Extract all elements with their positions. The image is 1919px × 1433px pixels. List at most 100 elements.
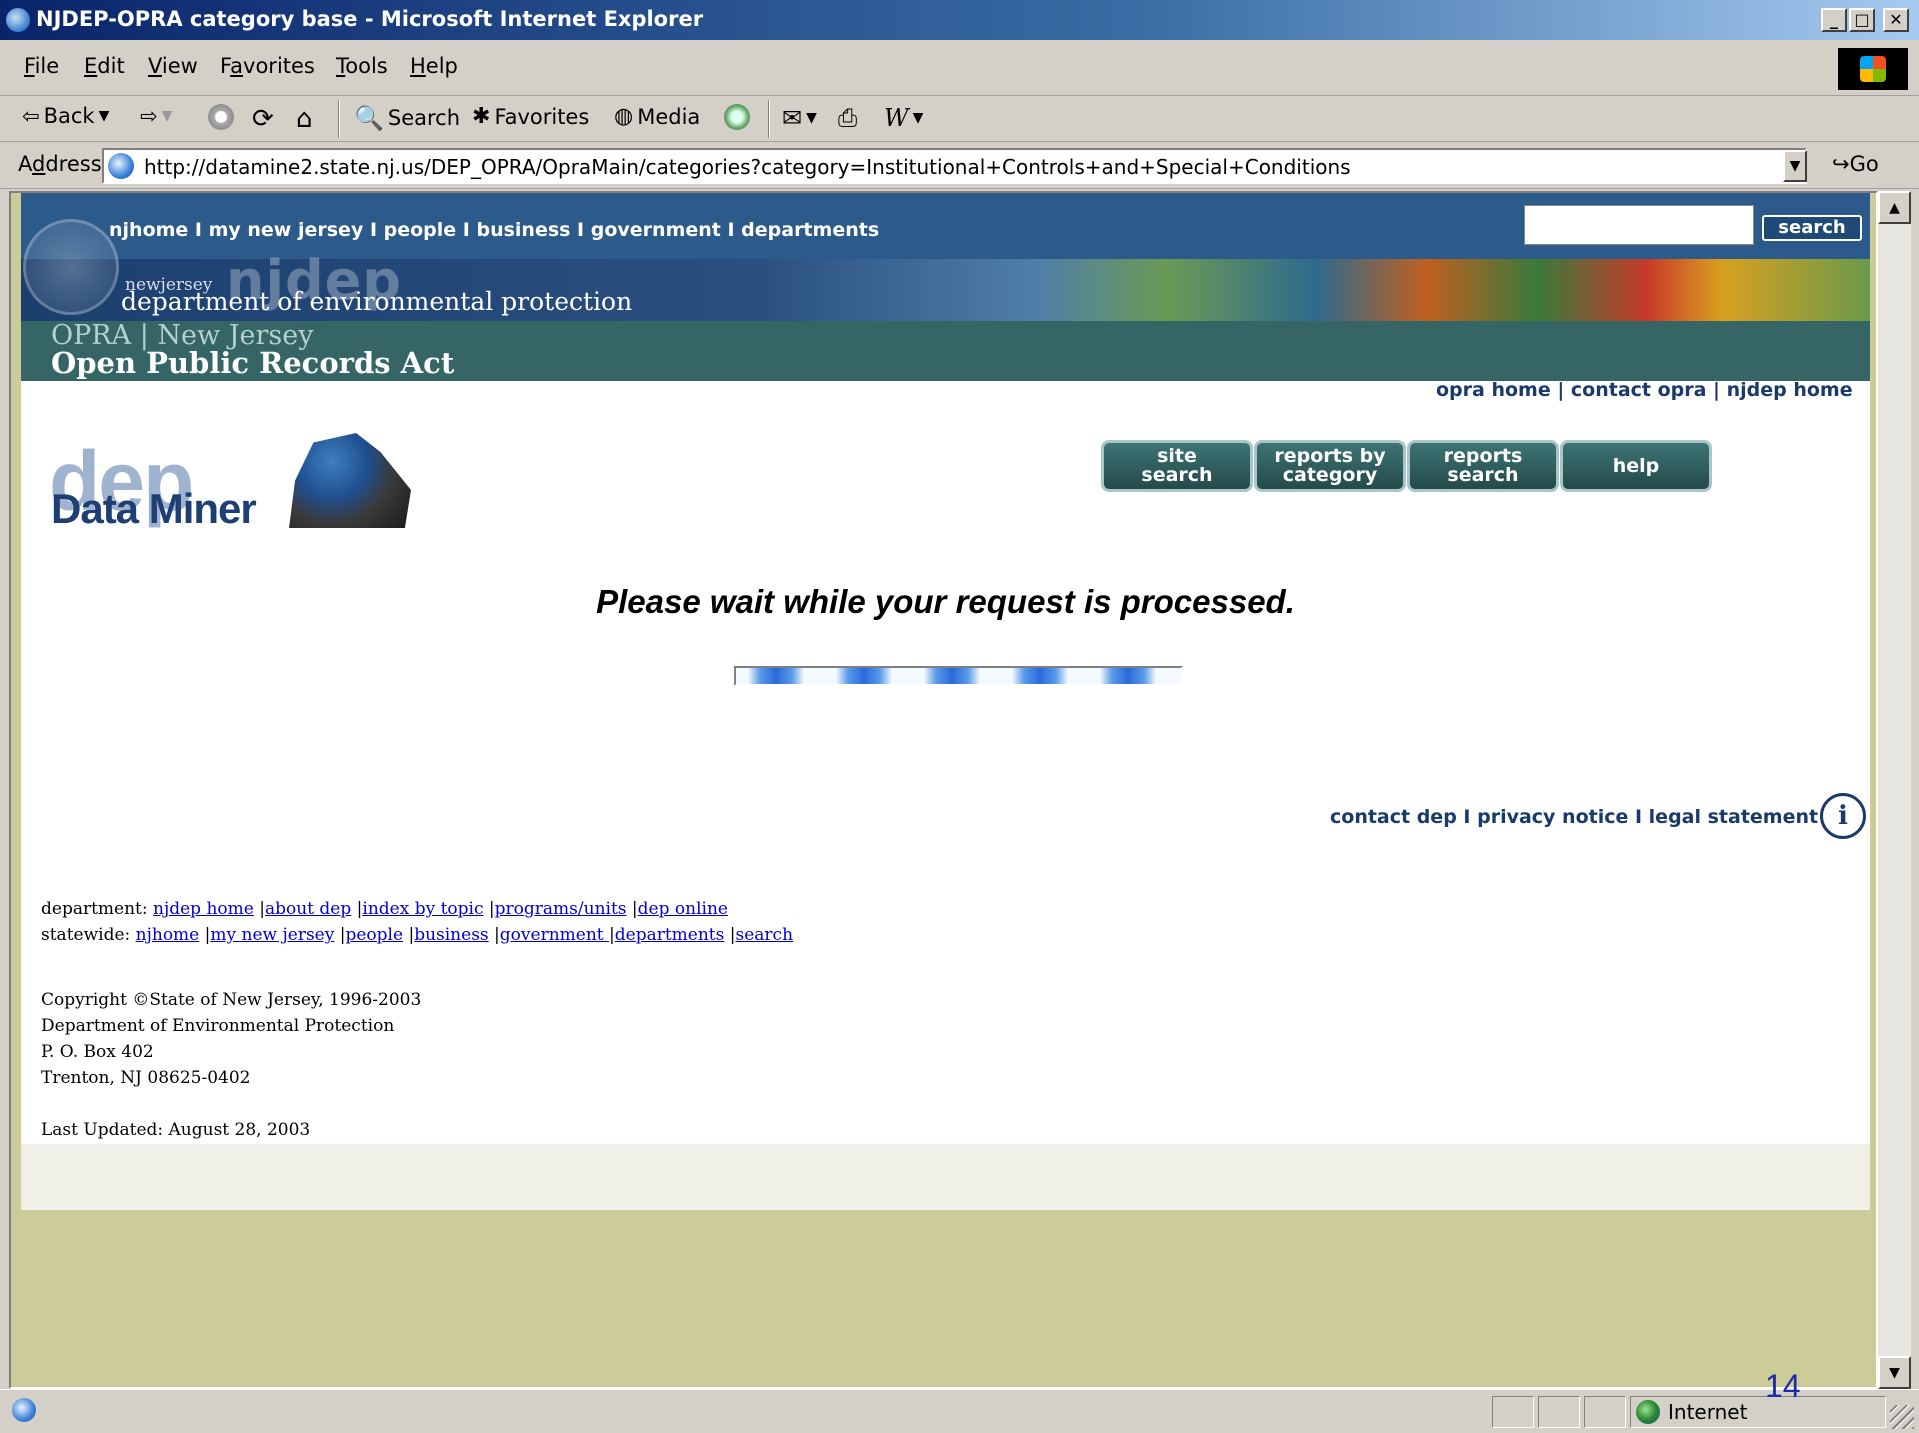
- link-njdep-home[interactable]: njdep home: [153, 899, 254, 919]
- stop-icon: [208, 104, 234, 130]
- minimize-button[interactable]: _: [1821, 8, 1847, 32]
- menu-tools[interactable]: Tools: [336, 54, 388, 78]
- go-arrow-icon: ↪: [1832, 152, 1850, 176]
- menu-view[interactable]: View: [148, 54, 198, 78]
- refresh-icon: ⟳: [252, 104, 274, 134]
- status-page-icon: [12, 1398, 36, 1422]
- link-about-dep[interactable]: about dep: [265, 899, 351, 919]
- print-icon: ⎙: [838, 104, 858, 132]
- address-dropdown-button[interactable]: ▼: [1783, 150, 1807, 182]
- page-bottom-band: [21, 1144, 1870, 1210]
- toolbar: [0, 97, 1919, 142]
- department-label: department:: [41, 899, 148, 919]
- copyright-line: Copyright ©State of New Jersey, 1996-200…: [41, 990, 422, 1010]
- toolbar-separator: [768, 100, 770, 138]
- wait-message: Please wait while your request is proces…: [596, 583, 1295, 620]
- nj-statewide-nav[interactable]: njhome I my new jersey I people I busine…: [109, 219, 879, 241]
- menu-file[interactable]: File: [24, 54, 59, 78]
- link-people[interactable]: people: [345, 925, 403, 945]
- department-links: department: njdep home |about dep |index…: [41, 899, 728, 919]
- window-title: NJDEP-OPRA category base - Microsoft Int…: [36, 7, 704, 31]
- data-miner-logo-text: Data Miner: [51, 485, 257, 532]
- favorites-icon: ✱: [472, 104, 491, 129]
- slide-number: 14: [1765, 1368, 1801, 1404]
- internet-globe-icon: [1636, 1400, 1660, 1424]
- page-viewport: njhome I my new jersey I people I busine…: [9, 191, 1878, 1389]
- ie-icon[interactable]: [6, 8, 30, 32]
- dropdown-icon: ▼: [912, 110, 924, 126]
- status-panel: [1492, 1396, 1534, 1428]
- refresh-button[interactable]: ⟳: [252, 104, 274, 134]
- progress-fill: [736, 668, 1181, 684]
- search-button[interactable]: 🔍 Search: [354, 104, 460, 132]
- scroll-down-button[interactable]: ▼: [1878, 1356, 1911, 1389]
- accessibility-icon[interactable]: ℹ: [1820, 793, 1866, 839]
- department-name: department of environmental protection: [121, 287, 633, 316]
- footer-links[interactable]: contact dep I privacy notice I legal sta…: [1330, 806, 1818, 828]
- opra-title: Open Public Records Act: [51, 346, 455, 380]
- forward-arrow-icon: ⇨: [140, 104, 158, 128]
- media-icon: ◍: [614, 104, 634, 129]
- print-button[interactable]: ⎙: [838, 104, 857, 132]
- reports-by-category-button[interactable]: reports by category: [1254, 440, 1406, 492]
- address-input[interactable]: http://datamine2.state.nj.us/DEP_OPRA/Op…: [102, 148, 1807, 184]
- toolbar-separator: [338, 100, 340, 138]
- home-icon: ⌂: [296, 104, 313, 134]
- link-search[interactable]: search: [736, 925, 794, 945]
- status-panel: [1538, 1396, 1580, 1428]
- history-button[interactable]: [724, 104, 750, 130]
- dropdown-icon: ▼: [806, 110, 817, 126]
- search-icon: 🔍: [354, 104, 384, 132]
- history-icon: [724, 104, 750, 130]
- menu-help[interactable]: Help: [410, 54, 458, 78]
- address-line-box: P. O. Box 402: [41, 1042, 154, 1062]
- zone-label: Internet: [1668, 1400, 1748, 1424]
- stop-button[interactable]: [208, 104, 234, 130]
- link-programs-units[interactable]: programs/units: [495, 899, 627, 919]
- help-button[interactable]: help: [1560, 440, 1712, 492]
- windows-logo-icon: [1838, 48, 1908, 90]
- vertical-scrollbar[interactable]: ▲ ▼: [1878, 191, 1911, 1389]
- menu-favorites[interactable]: Favorites: [220, 54, 315, 78]
- progress-bar: [734, 666, 1183, 686]
- dropdown-icon: ▼: [98, 108, 110, 124]
- go-button[interactable]: ↪Go: [1832, 152, 1879, 176]
- link-departments[interactable]: departments: [615, 925, 725, 945]
- favorites-button[interactable]: ✱ Favorites: [472, 104, 589, 129]
- site-search-input[interactable]: [1524, 205, 1754, 245]
- home-button[interactable]: ⌂: [296, 104, 313, 134]
- last-updated: Last Updated: August 28, 2003: [41, 1120, 311, 1140]
- address-label: Address: [18, 152, 102, 176]
- link-index-by-topic[interactable]: index by topic: [362, 899, 483, 919]
- dropdown-icon: ▼: [161, 108, 173, 124]
- close-button[interactable]: ✕: [1883, 8, 1909, 32]
- mail-icon: ✉: [782, 104, 803, 132]
- address-line-dept: Department of Environmental Protection: [41, 1016, 395, 1036]
- link-dep-online[interactable]: dep online: [638, 899, 728, 919]
- link-njhome[interactable]: njhome: [136, 925, 200, 945]
- scroll-up-button[interactable]: ▲: [1878, 191, 1911, 224]
- back-arrow-icon: ⇦: [22, 104, 40, 128]
- edit-word-button[interactable]: W ▼: [884, 104, 923, 132]
- site-search-nav-button[interactable]: site search: [1101, 440, 1253, 492]
- address-line-city: Trenton, NJ 08625-0402: [41, 1068, 251, 1088]
- page-content: njhome I my new jersey I people I busine…: [21, 193, 1870, 1210]
- forward-button[interactable]: ⇨ ▼: [140, 104, 172, 128]
- resize-grip[interactable]: [1890, 1405, 1914, 1429]
- opra-links[interactable]: opra home | contact opra | njdep home: [1436, 379, 1853, 401]
- statewide-label: statewide:: [41, 925, 131, 945]
- media-button[interactable]: ◍ Media: [614, 104, 700, 129]
- link-my-new-jersey[interactable]: my new jersey: [210, 925, 334, 945]
- page-icon: [108, 153, 134, 179]
- site-search-button[interactable]: search: [1762, 215, 1862, 241]
- mail-button[interactable]: ✉ ▼: [782, 104, 817, 132]
- back-button[interactable]: ⇦ Back ▼: [22, 104, 109, 128]
- statewide-links: statewide: njhome |my new jersey |people…: [41, 925, 794, 945]
- reports-search-button[interactable]: reports search: [1407, 440, 1559, 492]
- link-business[interactable]: business: [414, 925, 488, 945]
- data-miner-rock-icon: [289, 433, 411, 528]
- link-government[interactable]: government: [500, 925, 609, 945]
- maximize-button[interactable]: □: [1849, 8, 1875, 32]
- word-icon: W: [884, 104, 909, 132]
- menu-edit[interactable]: Edit: [84, 54, 125, 78]
